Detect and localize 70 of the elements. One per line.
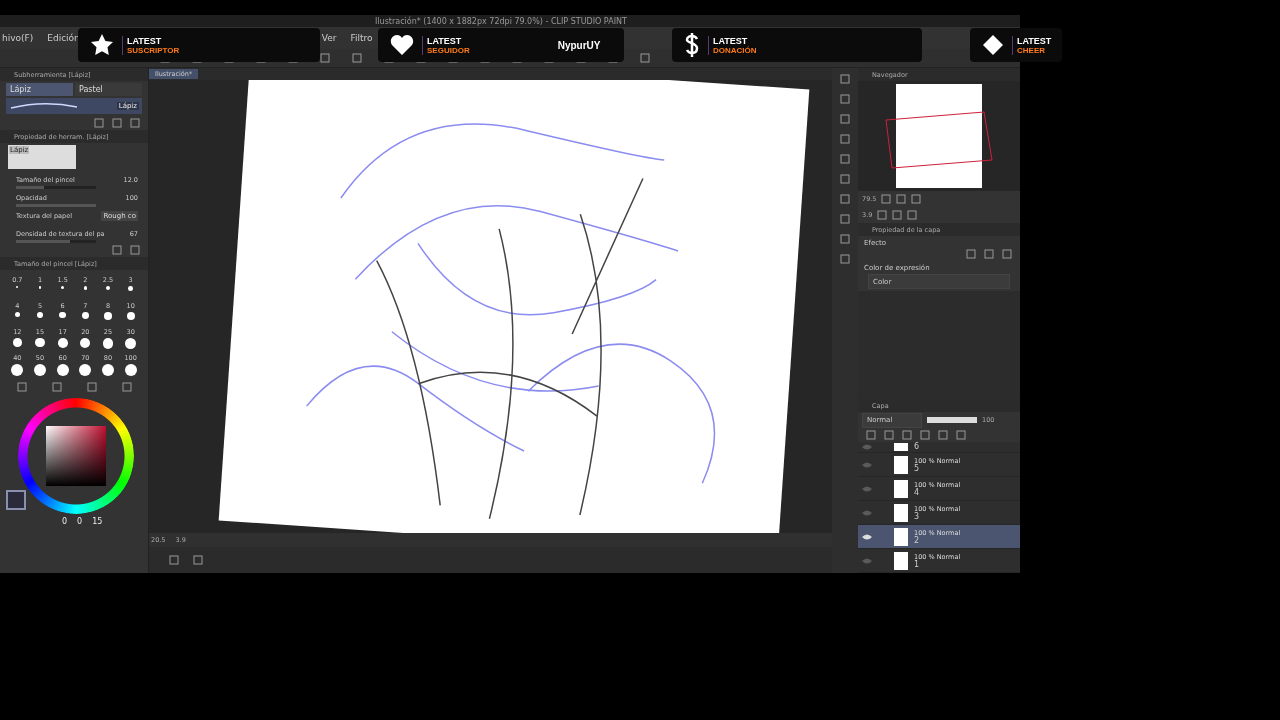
subtool-tab[interactable]: Pastel [75,83,142,96]
brush-size-dot[interactable] [79,364,92,376]
diamond-icon [982,34,1004,56]
menu-item[interactable]: hivo(F) [2,33,34,43]
brush-size-dot[interactable] [56,364,69,376]
layer-icon[interactable] [938,430,948,440]
layer-row[interactable]: 6 [858,442,1020,453]
tool-icon[interactable] [352,53,362,63]
tool-icon[interactable] [640,53,650,63]
color-swatch[interactable] [6,490,26,510]
layer-name: 4 [914,488,921,497]
alert-category: DONACIÓN [713,45,757,55]
brush-size-dot[interactable] [102,364,114,376]
menu-item[interactable]: Filtro [350,33,373,43]
brush-size-dot[interactable] [34,364,46,376]
brush-size-dot[interactable] [102,338,114,349]
brush-size-dot[interactable] [61,286,65,290]
brush-size-dot[interactable] [13,338,22,347]
brush-size-dot[interactable] [104,312,112,320]
alert-name: NypurUY [557,39,601,51]
window-title: Ilustración* (1400 x 1882px 72dpi 79.0%) - CLIP STUDIO PAINT [375,16,627,26]
slider-fill[interactable] [16,186,44,189]
alert-label: LATEST [427,35,463,46]
subtool-tab[interactable]: Lápiz [6,83,73,96]
color-value: 0 [62,517,68,526]
star-icon [90,33,114,57]
brush-size-dot[interactable] [105,286,111,291]
brush-size-dot[interactable] [35,338,45,348]
layer-thumbnail [894,503,908,522]
layer-thumbnail [894,479,908,498]
brush-stroke-icon [9,102,79,110]
brush-size-dot[interactable] [126,312,135,321]
brush-size-dot[interactable] [80,338,91,349]
layer-name: 5 [914,464,921,473]
brush-size-dot[interactable] [38,286,42,289]
layer-thumbnail [894,551,908,570]
brush-size-dot[interactable] [37,312,43,318]
layer-thumbnail [894,455,908,474]
layer-name: 2 [914,536,921,545]
alert-category: SEGUIDOR [427,45,470,55]
brush-size-dot[interactable] [128,286,134,291]
alert-category: SUSCRIPTOR [127,45,180,55]
slider-fill[interactable] [16,240,70,243]
brush-size-dot[interactable] [81,312,89,319]
brush-size-dot[interactable] [83,286,88,290]
alert-label: LATEST [713,35,749,46]
layer-name: 3 [914,512,921,521]
brush-size-dot[interactable] [125,338,137,350]
eye-icon[interactable] [862,533,872,540]
brush-size-dot[interactable] [14,312,20,318]
color-value: 15 [92,517,103,526]
brush-size-dot[interactable] [57,338,68,348]
heart-icon [390,34,414,56]
dollar-icon [684,33,700,57]
brush-size-dot[interactable] [59,312,66,319]
brush-size-dot[interactable] [124,364,137,376]
color-value: 0 [77,517,83,526]
opacity-bar [927,417,977,423]
brush-size-dot[interactable] [11,364,24,376]
layer-thumbnail [894,443,908,451]
layer-name: 1 [914,560,921,569]
menu-item[interactable]: Ver [321,33,337,43]
layer-thumbnail [894,527,908,546]
alert-category: CHEER [1017,45,1046,55]
slider-fill[interactable] [16,204,96,207]
tool-icon[interactable] [320,53,330,63]
color-square[interactable] [46,426,106,486]
alert-label: LATEST [127,35,163,46]
alert-label: LATEST [1017,35,1052,46]
layer-name: 6 [914,443,920,451]
